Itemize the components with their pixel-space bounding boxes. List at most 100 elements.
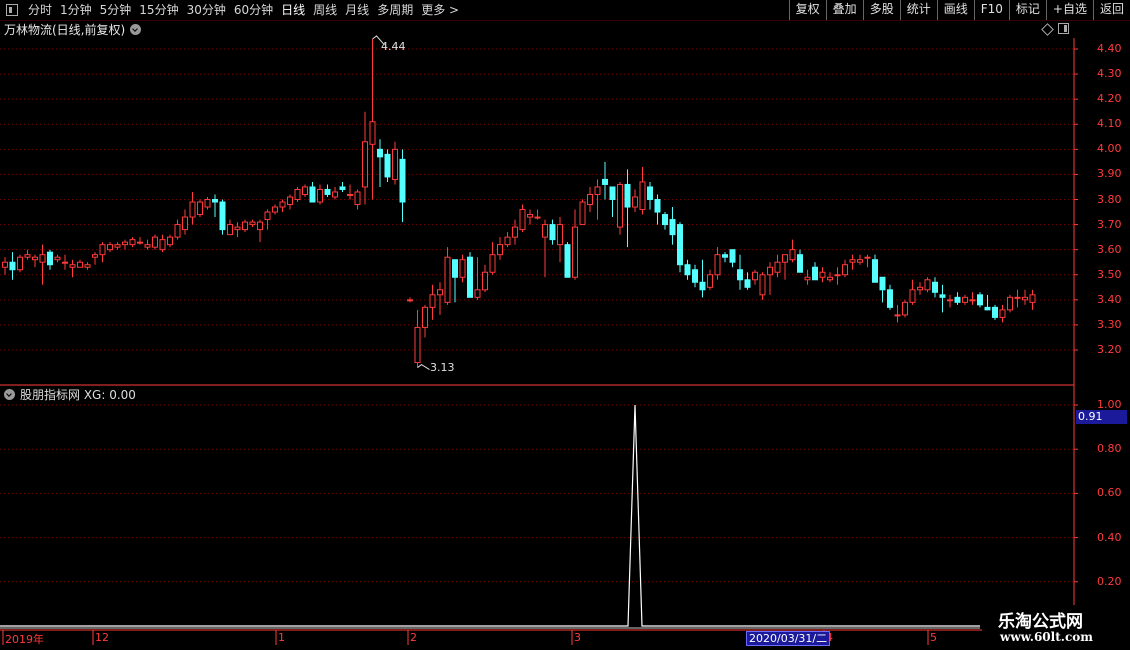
price-tick-label: 4.10 xyxy=(1097,117,1122,131)
candle-body xyxy=(92,254,98,258)
candle-body xyxy=(534,216,541,219)
candle-body xyxy=(512,226,518,238)
candle-body xyxy=(497,244,503,256)
candle-body xyxy=(669,219,676,236)
high-annotation: 4.44 xyxy=(381,40,406,53)
price-tick-label: 4.20 xyxy=(1097,92,1122,106)
candle-body xyxy=(354,191,361,206)
candle-body xyxy=(189,201,196,218)
candle-body xyxy=(414,326,421,364)
candle-body xyxy=(399,158,406,203)
candle-body xyxy=(137,241,143,244)
price-tick-label: 3.50 xyxy=(1097,267,1122,281)
candle-body xyxy=(24,254,31,258)
candle-body xyxy=(77,261,83,268)
candle-body xyxy=(264,211,271,221)
candle-body xyxy=(309,186,316,203)
candle-body xyxy=(752,271,758,281)
candle-body xyxy=(212,199,218,203)
candle-body xyxy=(737,269,743,281)
candle-body xyxy=(647,186,653,200)
candle-body xyxy=(407,299,413,302)
candle-body xyxy=(47,251,53,266)
indicator-current-value: 0.91 xyxy=(1076,410,1127,424)
candle-body xyxy=(602,178,608,185)
candle-body xyxy=(504,236,511,246)
candle-body xyxy=(219,201,226,231)
candle-body xyxy=(362,141,368,188)
candle-body xyxy=(879,276,886,291)
candle-body xyxy=(849,259,856,263)
candle-body xyxy=(917,286,923,291)
date-tick-label: 12 xyxy=(95,631,109,644)
candle-body xyxy=(827,276,833,281)
date-tick-label: 5 xyxy=(930,631,937,644)
candle-body xyxy=(579,201,586,226)
candle-body xyxy=(32,256,38,261)
xg-indicator-line xyxy=(0,404,980,627)
candle-body xyxy=(617,183,623,228)
candle-body xyxy=(819,271,826,278)
candle-body xyxy=(542,224,548,238)
price-tick-label: 4.30 xyxy=(1097,67,1122,81)
indicator-tick-label: 0.40 xyxy=(1097,530,1122,544)
candle-body xyxy=(984,306,991,311)
candle-body xyxy=(17,256,23,271)
candle-body xyxy=(482,271,488,291)
candle-body xyxy=(1029,294,1036,303)
price-tick-label: 3.60 xyxy=(1097,242,1122,256)
candle-body xyxy=(947,299,953,302)
candle-body xyxy=(594,186,601,195)
date-tick-label: 2 xyxy=(410,631,417,644)
cursor-date: 2020/03/31/二 xyxy=(746,631,831,646)
candle-body xyxy=(789,249,796,261)
candle-body xyxy=(969,299,976,302)
candle-body xyxy=(129,239,136,246)
candle-body xyxy=(549,224,556,241)
candle-body xyxy=(902,301,908,316)
price-tick-label: 3.70 xyxy=(1097,217,1122,231)
candle-body xyxy=(954,296,961,303)
kline-chart[interactable] xyxy=(0,0,1130,650)
candle-body xyxy=(999,309,1006,318)
candle-body xyxy=(992,306,998,318)
candle-body xyxy=(857,259,863,263)
candle-body xyxy=(227,224,233,236)
candle-body xyxy=(347,193,353,196)
candle-body xyxy=(797,254,803,273)
candle-body xyxy=(242,221,248,231)
candle-body xyxy=(99,244,106,256)
candle-body xyxy=(467,256,473,298)
candle-body xyxy=(489,254,496,273)
candle-body xyxy=(422,306,428,328)
candle-body xyxy=(174,224,181,238)
candle-body xyxy=(744,279,751,288)
candle-body xyxy=(759,274,766,296)
candle-body xyxy=(909,289,916,303)
candle-body xyxy=(302,186,308,195)
candle-body xyxy=(677,224,683,266)
candle-body xyxy=(1007,296,1013,311)
candle-body xyxy=(842,264,848,276)
candle-body xyxy=(152,236,158,248)
indicator-tick-label: 0.20 xyxy=(1097,574,1122,588)
candle-body xyxy=(887,289,893,308)
candle-body xyxy=(654,199,661,213)
candle-body xyxy=(257,221,263,231)
candle-body xyxy=(624,183,631,208)
candle-body xyxy=(437,289,443,296)
candle-body xyxy=(9,261,16,271)
candle-body xyxy=(167,236,173,246)
candle-body xyxy=(692,269,698,283)
candle-body xyxy=(459,259,466,278)
candle-body xyxy=(782,254,788,263)
low-annotation: 3.13 xyxy=(430,361,455,374)
candle-body xyxy=(1014,296,1021,299)
candle-body xyxy=(729,249,736,263)
date-tick-label: 1 xyxy=(278,631,285,644)
candle-body xyxy=(804,276,811,281)
candle-body xyxy=(384,153,391,178)
watermark-title: 乐淘公式网 xyxy=(998,612,1083,632)
candle-body xyxy=(54,256,61,261)
candle-body xyxy=(639,181,646,211)
